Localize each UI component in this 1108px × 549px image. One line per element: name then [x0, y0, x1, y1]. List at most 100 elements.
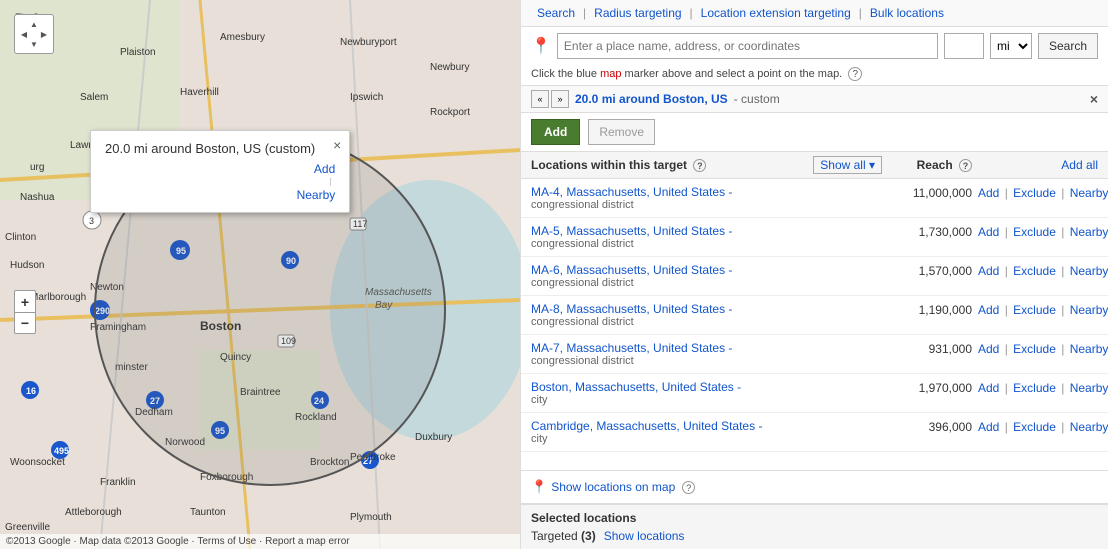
tab-location-ext[interactable]: Location extension targeting	[695, 6, 857, 20]
svg-text:Nashua: Nashua	[20, 192, 55, 203]
nav-arrow-e[interactable]: ▶	[39, 29, 49, 39]
location-type: congressional district	[531, 199, 888, 211]
location-type: city	[531, 433, 888, 445]
popup-close-button[interactable]: ×	[333, 137, 341, 153]
nav-arrow-n[interactable]: ▲	[29, 19, 39, 29]
search-button[interactable]: Search	[1038, 33, 1098, 59]
location-reach: 1,190,000	[888, 302, 978, 317]
add-location-button[interactable]: Add	[531, 119, 580, 145]
location-nearby-link[interactable]: Nearby	[1070, 303, 1108, 317]
location-reach: 11,000,000	[888, 185, 978, 200]
reach-help-icon[interactable]: ?	[959, 159, 972, 172]
location-actions: Add | Exclude | Nearby	[978, 419, 1098, 434]
location-row: Boston, Massachusetts, United States - c…	[521, 374, 1108, 413]
location-actions: Add | Exclude | Nearby	[978, 380, 1098, 395]
location-add-link[interactable]: Add	[978, 225, 999, 239]
location-row: MA-8, Massachusetts, United States - con…	[521, 296, 1108, 335]
map-navigation[interactable]: ▲ ◀ ▶ ▼	[14, 14, 54, 54]
location-nav-arrows: « »	[531, 90, 569, 108]
radius-input[interactable]: 20	[944, 33, 984, 59]
location-type: congressional district	[531, 316, 888, 328]
nav-arrow-s[interactable]: ▼	[29, 39, 39, 49]
tab-radius[interactable]: Radius targeting	[588, 6, 687, 20]
location-exclude-link[interactable]: Exclude	[1013, 264, 1056, 278]
location-info: Cambridge, Massachusetts, United States …	[531, 419, 888, 445]
show-all-button[interactable]: Show all ▾	[813, 156, 882, 174]
location-info: MA-4, Massachusetts, United States - con…	[531, 185, 888, 211]
nav-arrow-se	[39, 39, 49, 49]
location-nearby-link[interactable]: Nearby	[1070, 225, 1108, 239]
location-reach: 931,000	[888, 341, 978, 356]
svg-text:16: 16	[26, 386, 36, 396]
svg-text:Clinton: Clinton	[5, 232, 36, 243]
location-exclude-link[interactable]: Exclude	[1013, 303, 1056, 317]
zoom-in-button[interactable]: +	[14, 290, 36, 312]
location-add-link[interactable]: Add	[978, 342, 999, 356]
hint-text: Click the blue map marker above and sele…	[521, 65, 1108, 85]
tab-bulk[interactable]: Bulk locations	[864, 6, 950, 20]
nav-sep-1: |	[581, 6, 588, 20]
svg-text:Amesbury: Amesbury	[220, 32, 265, 43]
location-name[interactable]: Cambridge, Massachusetts, United States …	[531, 419, 888, 433]
location-name[interactable]: MA-4, Massachusetts, United States -	[531, 185, 888, 199]
unit-select[interactable]: mi km	[990, 33, 1032, 59]
location-name[interactable]: MA-8, Massachusetts, United States -	[531, 302, 888, 316]
location-pin-icon: 📍	[531, 36, 551, 56]
location-nearby-link[interactable]: Nearby	[1070, 381, 1108, 395]
location-nearby-link[interactable]: Nearby	[1070, 264, 1108, 278]
location-reach: 1,570,000	[888, 263, 978, 278]
show-locations-link[interactable]: Show locations	[604, 529, 685, 543]
location-add-link[interactable]: Add	[978, 264, 999, 278]
show-all-container: Show all ▾	[813, 156, 882, 174]
location-search-input[interactable]	[557, 33, 938, 59]
locations-help-icon[interactable]: ?	[693, 159, 706, 172]
location-add-link[interactable]: Add	[978, 381, 999, 395]
tab-search[interactable]: Search	[531, 6, 581, 20]
right-panel: Search | Radius targeting | Location ext…	[520, 0, 1108, 549]
svg-text:Hudson: Hudson	[10, 260, 44, 271]
location-nearby-link[interactable]: Nearby	[1070, 342, 1108, 356]
location-name[interactable]: MA-7, Massachusetts, United States -	[531, 341, 888, 355]
location-info: MA-6, Massachusetts, United States - con…	[531, 263, 888, 289]
svg-text:Ipswich: Ipswich	[350, 92, 383, 103]
location-prev-button[interactable]: «	[531, 90, 549, 108]
location-add-link[interactable]: Add	[978, 420, 999, 434]
map-link[interactable]: map	[600, 68, 621, 80]
svg-text:Greenville: Greenville	[5, 522, 50, 533]
location-bar: « » 20.0 mi around Boston, US - custom ×	[521, 85, 1108, 113]
reach-column-header: Reach ?	[888, 158, 978, 172]
location-reach: 1,970,000	[888, 380, 978, 395]
svg-text:Newbury: Newbury	[430, 62, 469, 73]
location-actions: Add | Exclude | Nearby	[978, 341, 1098, 356]
location-exclude-link[interactable]: Exclude	[1013, 225, 1056, 239]
location-name[interactable]: MA-6, Massachusetts, United States -	[531, 263, 888, 277]
location-name[interactable]: Boston, Massachusetts, United States -	[531, 380, 888, 394]
popup-add-link[interactable]: Add	[314, 162, 335, 176]
show-map-pin-icon: 📍	[531, 479, 547, 495]
show-map-help-icon[interactable]: ?	[682, 481, 695, 494]
zoom-out-button[interactable]: −	[14, 312, 36, 334]
location-title: 20.0 mi around Boston, US	[575, 92, 728, 106]
location-next-button[interactable]: »	[551, 90, 569, 108]
location-exclude-link[interactable]: Exclude	[1013, 381, 1056, 395]
remove-location-button[interactable]: Remove	[588, 119, 655, 145]
location-exclude-link[interactable]: Exclude	[1013, 342, 1056, 356]
location-name[interactable]: MA-5, Massachusetts, United States -	[531, 224, 888, 238]
show-map-link[interactable]: 📍 Show locations on map ?	[531, 479, 1098, 495]
nav-arrow-center	[29, 29, 39, 39]
add-all-link[interactable]: Add all	[1061, 158, 1098, 172]
location-exclude-link[interactable]: Exclude	[1013, 186, 1056, 200]
location-nearby-link[interactable]: Nearby	[1070, 420, 1108, 434]
hint-help-icon[interactable]: ?	[848, 67, 862, 81]
location-exclude-link[interactable]: Exclude	[1013, 420, 1056, 434]
location-close-button[interactable]: ×	[1090, 91, 1098, 107]
location-add-link[interactable]: Add	[978, 303, 999, 317]
map-background: 95 290 16 90 27 24 95 27 495 117 109 Pla…	[0, 0, 520, 549]
nav-arrow-w[interactable]: ◀	[19, 29, 29, 39]
popup-nearby-link[interactable]: Nearby	[297, 188, 336, 202]
svg-text:3: 3	[89, 216, 94, 226]
location-nearby-link[interactable]: Nearby	[1070, 186, 1108, 200]
location-add-link[interactable]: Add	[978, 186, 999, 200]
selected-row: Targeted (3) Show locations	[531, 529, 1098, 543]
add-remove-row: Add Remove	[521, 113, 1108, 151]
